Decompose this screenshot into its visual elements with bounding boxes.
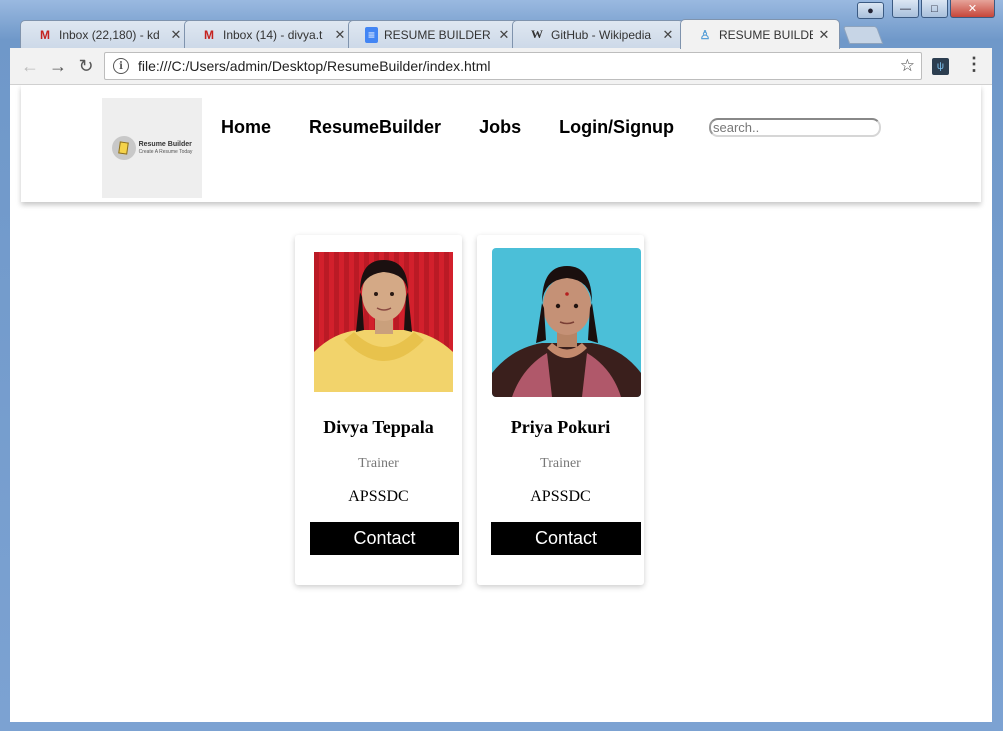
user-profile-icon[interactable]: ●: [857, 2, 884, 19]
close-window-button[interactable]: ✕: [950, 0, 995, 18]
nav-resumebuilder[interactable]: ResumeBuilder: [309, 117, 441, 138]
back-arrow-icon[interactable]: ←: [16, 52, 44, 80]
logo-subtitle: Create A Resume Today: [138, 149, 193, 155]
profile-org: APSSDC: [530, 488, 591, 505]
forward-arrow-icon[interactable]: →: [44, 52, 72, 80]
tab-resume-doc[interactable]: ≡ RESUME BUILDER P ✕: [348, 20, 520, 48]
extension-icon[interactable]: ψ: [932, 58, 949, 75]
site-header: Resume Builder Create A Resume Today Hom…: [21, 85, 981, 202]
docs-icon: ≡: [365, 26, 378, 43]
info-icon[interactable]: i: [113, 58, 129, 74]
tab-label: RESUME BUILDER: [719, 27, 813, 42]
bookmark-star-icon[interactable]: ☆: [900, 56, 915, 76]
nav-jobs[interactable]: Jobs: [479, 117, 521, 138]
search-input[interactable]: [709, 118, 881, 137]
browser-toolbar: ← → ↻ i file:///C:/Users/admin/Desktop/R…: [10, 48, 992, 85]
profile-name: Divya Teppala: [323, 417, 434, 437]
minimize-button[interactable]: —: [892, 0, 919, 18]
profile-title: Trainer: [540, 456, 581, 471]
tab-label: Inbox (22,180) - kd: [59, 27, 160, 42]
wikipedia-icon: W: [531, 27, 543, 41]
profile-photo: [492, 248, 641, 397]
notepad-icon: [111, 136, 136, 160]
address-bar[interactable]: i file:///C:/Users/admin/Desktop/ResumeB…: [104, 52, 922, 80]
window-bottom-border: [10, 722, 992, 731]
close-icon[interactable]: ✕: [817, 27, 831, 43]
close-icon[interactable]: ✕: [497, 27, 511, 43]
tab-strip: M Inbox (22,180) - kd ✕ M Inbox (14) - d…: [16, 18, 916, 49]
window-controls: ● — □ ✕: [857, 0, 995, 19]
gmail-icon: M: [40, 27, 50, 42]
tab-label: Inbox (14) - divya.t: [223, 27, 323, 42]
maximize-button[interactable]: □: [921, 0, 948, 18]
tab-wikipedia[interactable]: W GitHub - Wikipedia ✕: [512, 20, 684, 48]
tab-inbox-1[interactable]: M Inbox (22,180) - kd ✕: [20, 20, 192, 48]
tab-inbox-2[interactable]: M Inbox (14) - divya.t ✕: [184, 20, 356, 48]
nav-login-signup[interactable]: Login/Signup: [559, 117, 674, 138]
contact-button[interactable]: Contact: [491, 522, 641, 555]
profile-card: Divya Teppala Trainer APSSDC Contact: [295, 235, 462, 585]
new-tab-button[interactable]: [842, 26, 884, 44]
contact-button[interactable]: Contact: [310, 522, 459, 555]
close-icon[interactable]: ✕: [661, 27, 675, 43]
profile-card: Priya Pokuri Trainer APSSDC Contact: [477, 235, 644, 585]
profile-name: Priya Pokuri: [510, 417, 611, 437]
profile-org: APSSDC: [348, 488, 409, 505]
close-icon[interactable]: ✕: [169, 27, 183, 43]
page-viewport: Resume Builder Create A Resume Today Hom…: [10, 85, 992, 722]
tab-label: RESUME BUILDER P: [384, 27, 493, 42]
main-nav: Home ResumeBuilder Jobs Login/Signup: [221, 117, 712, 138]
tab-resume-builder[interactable]: ♙ RESUME BUILDER ✕: [680, 19, 840, 49]
logo-title: Resume Builder: [138, 141, 192, 148]
nav-home[interactable]: Home: [221, 117, 271, 138]
site-logo[interactable]: Resume Builder Create A Resume Today: [102, 98, 202, 198]
profile-photo: [314, 252, 453, 392]
close-icon[interactable]: ✕: [333, 27, 347, 43]
gmail-icon: M: [204, 27, 214, 42]
url-text: file:///C:/Users/admin/Desktop/ResumeBui…: [138, 58, 491, 74]
profile-title: Trainer: [358, 456, 399, 471]
page-icon: ♙: [699, 27, 711, 42]
reload-icon[interactable]: ↻: [72, 52, 100, 80]
menu-kebab-icon[interactable]: ⋮: [965, 54, 983, 75]
tab-label: GitHub - Wikipedia: [551, 27, 652, 42]
